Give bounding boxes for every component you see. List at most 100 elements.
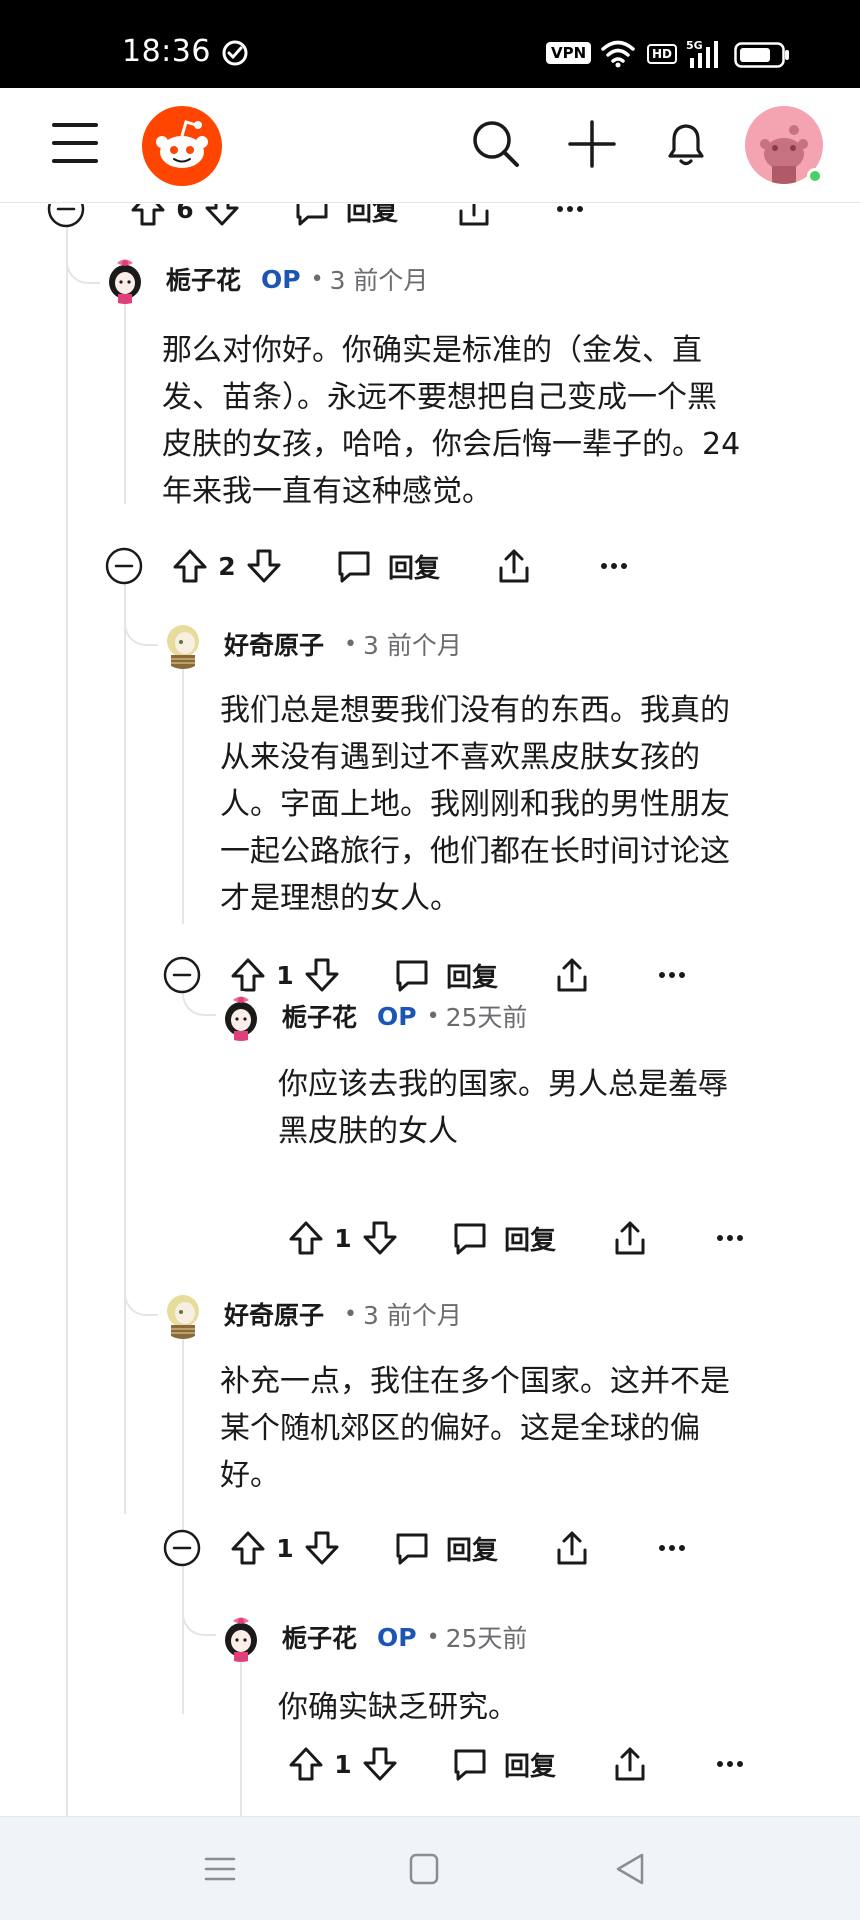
reply-icon[interactable] <box>292 204 332 229</box>
vote-count: 1 <box>334 1223 352 1253</box>
comment-actions: 1 回复 <box>286 1213 750 1263</box>
vote-count: 1 <box>276 1533 294 1563</box>
upvote-icon[interactable] <box>170 546 210 586</box>
share-icon[interactable] <box>494 546 534 586</box>
downvote-icon[interactable] <box>360 1744 400 1784</box>
author-name[interactable]: 好奇原子 <box>224 1296 324 1332</box>
thread-connector <box>124 1264 158 1316</box>
comment-actions: 2 回复 <box>104 541 634 591</box>
home-icon[interactable] <box>404 1851 444 1887</box>
downvote-icon[interactable] <box>202 204 242 229</box>
collapse-icon[interactable] <box>104 546 144 586</box>
check-circle-icon <box>222 40 248 66</box>
reply-icon[interactable] <box>392 1528 432 1568</box>
reply-button[interactable]: 回复 <box>446 1530 498 1567</box>
author-avatar[interactable] <box>158 1289 208 1339</box>
author-avatar[interactable] <box>158 619 208 669</box>
comment-text-line: 那么对你好。你确实是标准的（金发、直 <box>162 333 702 368</box>
collapse-icon[interactable] <box>46 204 86 229</box>
reply-icon[interactable] <box>334 546 374 586</box>
separator-dot: • <box>426 1624 440 1650</box>
comment-text-line: 某个随机郊区的偏好。这是全球的偏 <box>220 1411 700 1446</box>
thread-line <box>124 304 126 504</box>
comment-meta: 栀子花 OP • 3 前个月 <box>100 254 428 304</box>
more-options-icon[interactable] <box>652 1528 692 1568</box>
comment-timestamp: 25天前 <box>445 1624 528 1653</box>
system-navigation-bar <box>0 1816 860 1920</box>
comment-text-line: 发、苗条）。永远不要想把自己变成一个黑 <box>162 380 717 415</box>
comment-text-line: 一起公路旅行，他们都在长时间讨论这 <box>220 834 730 869</box>
share-icon[interactable] <box>610 1744 650 1784</box>
thread-line <box>182 634 184 924</box>
comment-actions: 1 回复 <box>286 1739 750 1789</box>
upvote-icon[interactable] <box>286 1218 326 1258</box>
bell-icon[interactable] <box>660 118 712 170</box>
share-icon[interactable] <box>454 204 494 229</box>
comment-timestamp: 25天前 <box>445 1003 528 1032</box>
thread-line <box>124 554 126 1514</box>
reply-button[interactable]: 回复 <box>388 548 440 585</box>
plus-icon[interactable] <box>566 118 618 170</box>
reply-button[interactable]: 回复 <box>446 957 498 994</box>
author-name[interactable]: 栀子花 <box>166 261 241 297</box>
share-icon[interactable] <box>552 955 592 995</box>
menu-icon[interactable] <box>52 123 98 163</box>
share-icon[interactable] <box>610 1218 650 1258</box>
thread-line <box>182 1304 184 1714</box>
downvote-icon[interactable] <box>302 955 342 995</box>
author-avatar[interactable] <box>216 991 266 1041</box>
online-status-dot <box>807 168 823 184</box>
author-name[interactable]: 好奇原子 <box>224 626 324 662</box>
collapse-icon[interactable] <box>162 1528 202 1568</box>
author-name[interactable]: 栀子花 <box>282 1619 357 1655</box>
comment-text-line: 人。字面上地。我刚刚和我的男性朋友 <box>220 787 730 822</box>
share-icon[interactable] <box>552 1528 592 1568</box>
reply-button[interactable]: 回复 <box>346 204 398 228</box>
upvote-icon[interactable] <box>128 204 168 229</box>
reply-icon[interactable] <box>450 1744 490 1784</box>
back-icon[interactable] <box>610 1851 650 1887</box>
reddit-logo[interactable] <box>142 106 222 186</box>
search-icon[interactable] <box>470 118 522 170</box>
reply-icon[interactable] <box>392 955 432 995</box>
comment-meta: 好奇原子 • 3 前个月 <box>158 619 462 669</box>
comment-body: 补充一点，我住在多个国家。这并不是 某个随机郊区的偏好。这是全球的偏 好。 <box>220 1358 730 1499</box>
author-avatar[interactable] <box>100 254 150 304</box>
more-options-icon[interactable] <box>550 204 590 229</box>
upvote-icon[interactable] <box>286 1744 326 1784</box>
author-avatar[interactable] <box>216 1612 266 1662</box>
downvote-icon[interactable] <box>244 546 284 586</box>
downvote-icon[interactable] <box>302 1528 342 1568</box>
author-name[interactable]: 栀子花 <box>282 998 357 1034</box>
comment-actions: 1 回复 <box>162 1523 692 1573</box>
more-options-icon[interactable] <box>710 1218 750 1258</box>
more-options-icon[interactable] <box>594 546 634 586</box>
reply-button[interactable]: 回复 <box>504 1220 556 1257</box>
reply-button[interactable]: 回复 <box>504 1746 556 1783</box>
separator-dot: • <box>344 1301 357 1327</box>
vote-count: 1 <box>276 960 294 990</box>
comment-meta: 栀子花 OP • 25天前 <box>216 991 527 1041</box>
op-badge: OP <box>377 1622 417 1652</box>
vote-count: 6 <box>176 204 194 224</box>
collapse-icon[interactable] <box>162 955 202 995</box>
comment-text-line: 年来我一直有这种感觉。 <box>162 474 492 509</box>
comment-text-line: 你确实缺乏研究。 <box>278 1690 518 1725</box>
recent-apps-icon[interactable] <box>200 1851 240 1887</box>
comment-text-line: 皮肤的女孩，哈哈，你会后悔一辈子的。24 <box>162 427 741 462</box>
comment-meta: 好奇原子 • 3 前个月 <box>158 1289 462 1339</box>
comment-text-line: 才是理想的女人。 <box>220 881 460 916</box>
svg-text:5G: 5G <box>686 39 703 52</box>
partial-action-bar: 6 回复 <box>46 204 590 234</box>
more-options-icon[interactable] <box>710 1744 750 1784</box>
upvote-icon[interactable] <box>228 1528 268 1568</box>
comment-body: 你应该去我的国家。男人总是羞辱 黑皮肤的女人 <box>278 1061 728 1155</box>
downvote-icon[interactable] <box>360 1218 400 1258</box>
upvote-icon[interactable] <box>228 955 268 995</box>
comment-text-line: 你应该去我的国家。男人总是羞辱 <box>278 1067 728 1102</box>
more-options-icon[interactable] <box>652 955 692 995</box>
reply-icon[interactable] <box>450 1218 490 1258</box>
comment-body: 我们总是想要我们没有的东西。我真的 从来没有遇到过不喜欢黑皮肤女孩的 人。字面上… <box>220 687 730 922</box>
comment-text-line: 好。 <box>220 1458 280 1493</box>
signal-5g-icon: 5G <box>686 39 718 68</box>
